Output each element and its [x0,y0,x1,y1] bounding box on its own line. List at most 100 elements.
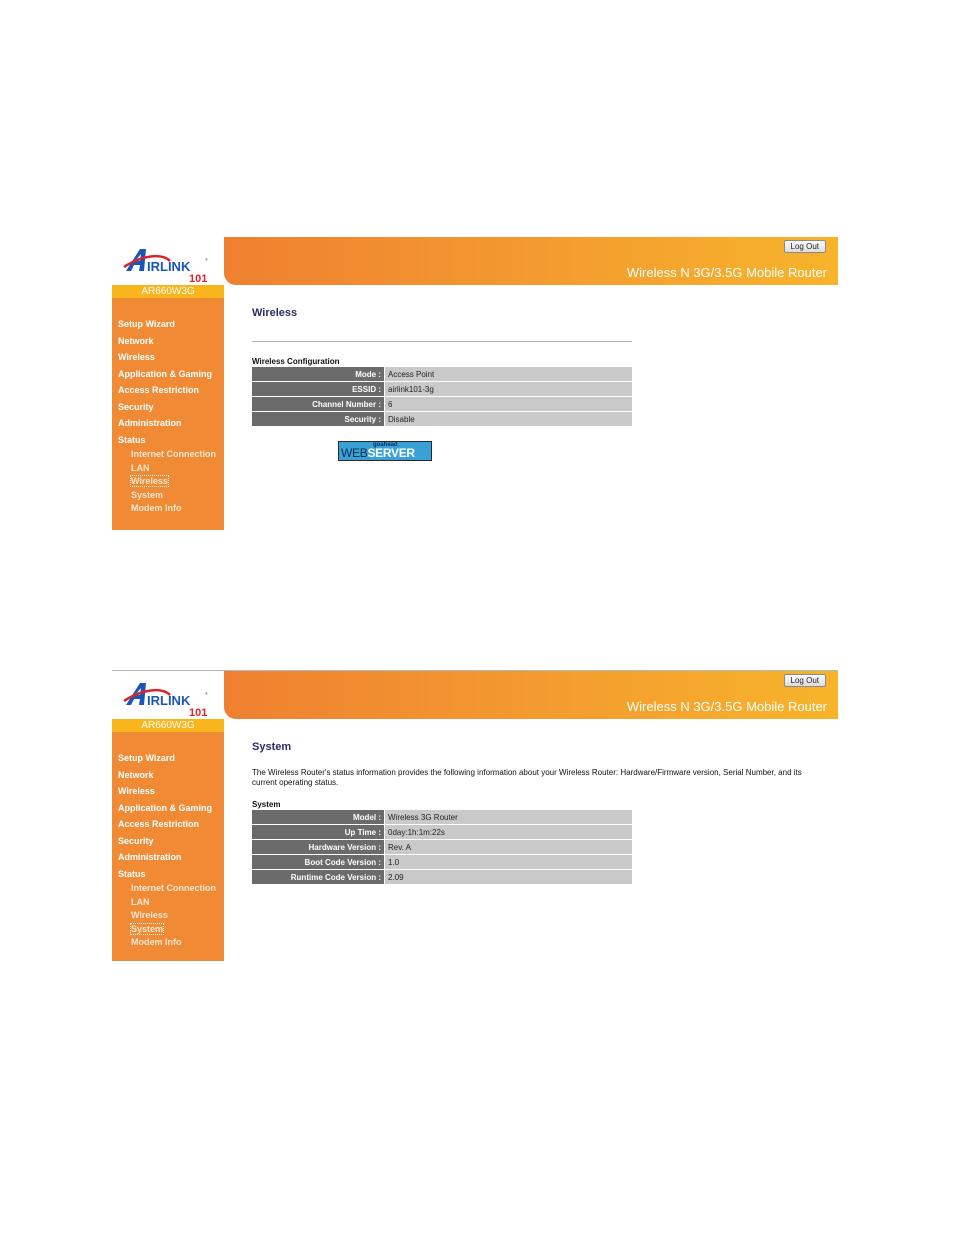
badge-server-text: SERVER [367,446,415,460]
nav-application-gaming[interactable]: Application & Gaming [118,800,216,817]
svg-text:101: 101 [189,273,207,285]
nav-security[interactable]: Security [118,833,216,850]
page-title: System [252,741,292,753]
row-value: airlink101-3g [384,381,632,397]
sidebar: Setup Wizard Network Wireless Applicatio… [112,298,224,530]
nav-wireless[interactable]: Wireless [118,783,216,800]
router-ui-wireless-status: IRLINK ® 101 AR660W3G Log Out Wireless N… [112,237,838,530]
divider [252,341,632,342]
table-row: Security : Disable [252,411,632,427]
nav-administration[interactable]: Administration [118,849,216,866]
header-banner: Log Out Wireless N 3G/3.5G Mobile Router [224,671,838,719]
subnav-label: Internet Connection [131,883,216,893]
subnav-internet-connection[interactable]: Internet Connection [131,882,216,896]
page-title: Wireless [252,307,298,319]
table-row: Channel Number :6 [252,396,632,412]
row-value: 1.0 [384,854,632,870]
subnav-system[interactable]: System [131,489,216,503]
section-label: Wireless Configuration [252,357,340,366]
table-row: Runtime Code Version :2.09 [252,869,632,885]
svg-text:IRLINK: IRLINK [147,693,191,708]
nav-setup-wizard[interactable]: Setup Wizard [118,750,216,767]
header-banner: Log Out Wireless N 3G/3.5G Mobile Router [224,237,838,285]
row-label: Hardware Version : [252,839,385,855]
logo-area: IRLINK ® 101 [112,237,224,285]
section-label: System [252,800,281,809]
row-label: Channel Number : [252,396,385,412]
subnav-label: Modem Info [131,937,182,947]
airlink-logo-icon: IRLINK ® 101 [123,249,208,285]
nav-network[interactable]: Network [118,767,216,784]
main-content: Wireless Wireless Configuration Mode : Ac… [252,307,632,461]
row-label: Security : [252,411,385,427]
router-ui-system-status: IRLINK ® 101 AR660W3G Log Out Wireless N… [112,670,838,961]
row-label: Runtime Code Version : [252,869,385,885]
subnav-label: LAN [131,462,150,473]
row-label: Mode : [252,367,385,382]
row-value: 0day:1h:1m:22s [384,824,632,840]
row-value: Wireless 3G Router [384,810,632,825]
system-info-table: Model : Wireless 3G Router Up Time :0day:… [252,810,632,885]
subnav-label: Wireless [130,475,169,487]
nav-security[interactable]: Security [118,399,216,416]
subnav-label: System [131,489,164,500]
table-row: Hardware Version : Rev. A [252,839,632,855]
logo-area: IRLINK ® 101 [112,671,224,719]
logout-button[interactable]: Log Out [783,674,826,687]
nav-application-gaming[interactable]: Application & Gaming [118,366,216,383]
svg-text:IRLINK: IRLINK [147,259,191,274]
model-label: AR660W3G [112,285,224,298]
status-subnav: Internet Connection LAN Wireless System … [118,448,216,516]
table-row: Up Time :0day:1h:1m:22s [252,824,632,840]
subnav-label: Wireless [131,910,168,920]
row-value: Disable [384,411,632,427]
nav-status[interactable]: Status [118,432,216,449]
logout-button[interactable]: Log Out [783,240,826,253]
goahead-webserver-badge[interactable]: goahead WEBSERVER [338,441,432,461]
row-value: Access Point [384,367,632,382]
badge-web-text: WEB [341,446,368,460]
svg-text:®: ® [205,691,208,696]
main-nav: Setup Wizard Network Wireless Applicatio… [118,750,216,950]
nav-wireless[interactable]: Wireless [118,349,216,366]
table-row: Mode : Access Point [252,367,632,382]
nav-network[interactable]: Network [118,333,216,350]
row-label: ESSID : [252,381,385,397]
subnav-system[interactable]: System [129,922,216,937]
row-value: Rev. A [384,839,632,855]
subnav-label: Internet Connection [131,449,216,459]
main-nav: Setup Wizard Network Wireless Applicatio… [118,316,216,516]
subnav-lan[interactable]: LAN [131,462,216,476]
main-content: System The Wireless Router's status info… [252,741,812,885]
table-row: Model : Wireless 3G Router [252,810,632,825]
airlink-logo-icon: IRLINK ® 101 [123,683,208,719]
nav-status[interactable]: Status [118,866,216,883]
row-label: Model : [252,810,385,825]
sidebar: Setup Wizard Network Wireless Applicatio… [112,732,224,961]
status-subnav: Internet Connection LAN Wireless System … [118,882,216,950]
subnav-wireless[interactable]: Wireless [131,909,216,923]
subnav-label: Modem Info [131,503,182,513]
model-label: AR660W3G [112,719,224,732]
subnav-modem-info[interactable]: Modem Info [131,502,216,516]
row-value: 6 [384,396,632,412]
row-label: Boot Code Version : [252,854,385,870]
table-row: ESSID : airlink101-3g [252,381,632,397]
row-label: Up Time : [252,824,385,840]
table-row: Boot Code Version :1.0 [252,854,632,870]
row-value: 2.09 [384,869,632,885]
subnav-label: LAN [131,896,150,907]
svg-text:101: 101 [189,707,207,719]
product-title: Wireless N 3G/3.5G Mobile Router [626,265,827,280]
subnav-modem-info[interactable]: Modem Info [131,936,216,950]
svg-text:®: ® [205,257,208,262]
subnav-internet-connection[interactable]: Internet Connection [131,448,216,462]
page-description: The Wireless Router's status information… [252,768,802,787]
subnav-wireless[interactable]: Wireless [130,475,216,489]
nav-administration[interactable]: Administration [118,415,216,432]
subnav-label: System [129,922,165,935]
subnav-lan[interactable]: LAN [131,896,216,910]
nav-access-restriction[interactable]: Access Restriction [118,816,216,833]
nav-access-restriction[interactable]: Access Restriction [118,382,216,399]
nav-setup-wizard[interactable]: Setup Wizard [118,316,216,333]
